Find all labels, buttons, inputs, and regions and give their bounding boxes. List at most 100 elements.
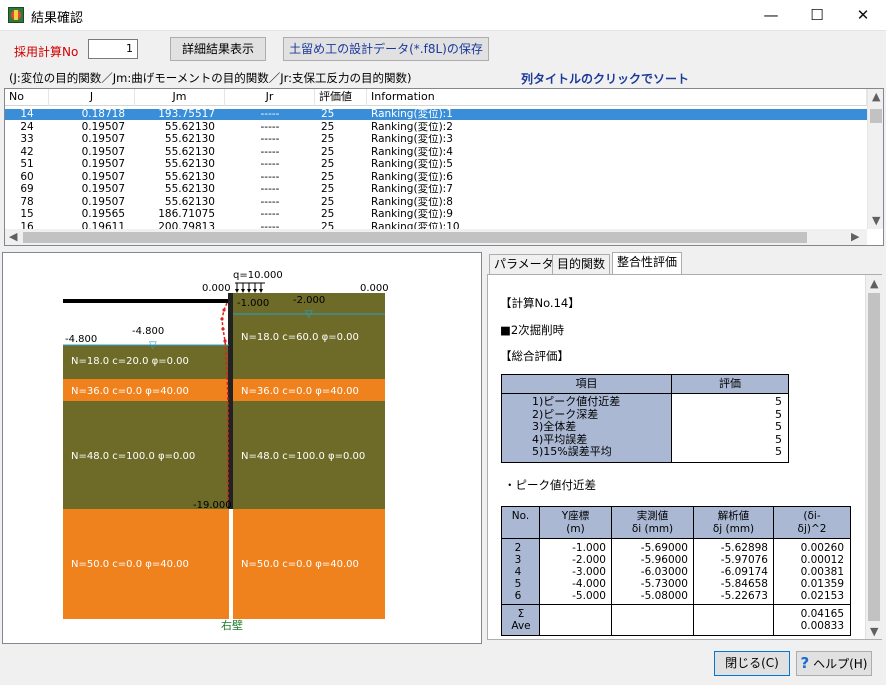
retaining-wall bbox=[228, 293, 233, 509]
maximize-button[interactable]: ☐ bbox=[794, 0, 840, 31]
table-cell: ----- bbox=[260, 171, 280, 183]
table-row[interactable]: 14 0.18718 193.75517 ----- 25 Ranking(変位):1 bbox=[5, 109, 867, 120]
table-cell: 60 bbox=[20, 171, 34, 183]
save-design-data-button[interactable]: 土留め工の設計データ(*.f8L)の保存 bbox=[283, 37, 489, 61]
table-cell: 25 bbox=[321, 196, 335, 208]
table-cell: 0.19507 bbox=[81, 171, 125, 183]
overall-score: 5 bbox=[775, 420, 782, 433]
table-row[interactable]: 69 0.19507 55.62130 ----- 25 Ranking(変位):7 bbox=[5, 184, 867, 195]
table-cell: Ranking(変位):5 bbox=[371, 159, 453, 170]
tab-objective[interactable]: 目的関数 bbox=[552, 254, 611, 274]
adopt-calc-input[interactable]: 1 bbox=[88, 39, 138, 59]
scroll-right-icon[interactable]: ▶ bbox=[851, 230, 859, 243]
peak-col-header: 実測値 δi (mm) bbox=[612, 507, 694, 539]
table-cell: 55.62130 bbox=[164, 171, 215, 183]
strut bbox=[63, 299, 228, 303]
sum-values: 0.04165 0.00833 bbox=[800, 608, 844, 632]
col-jm[interactable]: Jm bbox=[135, 89, 225, 106]
table-cell: Ranking(変位):9 bbox=[371, 209, 453, 220]
overall-col-item: 項目 bbox=[502, 375, 672, 394]
peak-cell: -5.84658 bbox=[720, 578, 768, 590]
table-cell: 0.19507 bbox=[81, 159, 125, 170]
table-cell: ----- bbox=[260, 146, 280, 158]
result-list[interactable]: No J Jm Jr 評価値 Information 14 0.18718 193.… bbox=[4, 88, 884, 246]
list-header: No J Jm Jr 評価値 Information bbox=[5, 89, 867, 106]
vertical-scroll-thumb[interactable] bbox=[870, 109, 882, 123]
table-row[interactable]: 24 0.19507 55.62130 ----- 25 Ranking(変位):2 bbox=[5, 122, 867, 133]
peak-cell: 4 bbox=[514, 566, 522, 578]
overall-heading: 【総合評価】 bbox=[500, 349, 569, 363]
peak-cell: -3.000 bbox=[572, 566, 606, 578]
table-cell: 0.19507 bbox=[81, 121, 125, 133]
overall-item: 3)全体差 bbox=[532, 420, 577, 433]
table-cell: 0.19507 bbox=[81, 134, 125, 145]
consistency-content[interactable]: 【計算No.14】 ■2次掘削時 【総合評価】 項目 評価 1)ピーク値付近差 5… bbox=[487, 274, 882, 640]
table-cell: ----- bbox=[260, 209, 280, 220]
table-row[interactable]: 51 0.19507 55.62130 ----- 25 Ranking(変位):5 bbox=[5, 159, 867, 170]
overall-item: 4)平均誤差 bbox=[532, 432, 588, 446]
peak-cell: -6.03000 bbox=[640, 566, 688, 578]
close-dialog-button[interactable]: 閉じる(C) bbox=[714, 651, 790, 676]
peak-cell: -5.73000 bbox=[640, 578, 688, 590]
tab-consistency[interactable]: 整合性評価 bbox=[612, 252, 683, 275]
peak-cell: -5.000 bbox=[572, 590, 606, 602]
table-cell: 55.62130 bbox=[164, 184, 215, 195]
table-row[interactable]: 78 0.19507 55.62130 ----- 25 Ranking(変位):8 bbox=[5, 197, 867, 208]
list-horizontal-scrollbar[interactable]: ◀ ▶ bbox=[5, 229, 867, 245]
scroll-left-icon[interactable]: ◀ bbox=[9, 230, 17, 243]
scroll-down-icon[interactable]: ▼ bbox=[872, 214, 880, 227]
col-score[interactable]: 評価値 bbox=[315, 89, 367, 106]
table-cell: ----- bbox=[260, 134, 280, 145]
left-layer-3-label: N=50.0 c=0.0 φ=40.00 bbox=[71, 559, 189, 570]
table-row[interactable]: 42 0.19507 55.62130 ----- 25 Ranking(変位):4 bbox=[5, 147, 867, 158]
right-layer-0-label: N=18.0 c=60.0 φ=0.00 bbox=[241, 332, 359, 343]
peak-col-header: Y座標 (m) bbox=[540, 507, 612, 539]
table-row[interactable]: 60 0.19507 55.62130 ----- 25 Ranking(変位):6 bbox=[5, 172, 867, 183]
minimize-button[interactable]: — bbox=[748, 0, 794, 31]
tab-parameters[interactable]: パラメータ bbox=[489, 254, 559, 274]
table-cell: 25 bbox=[321, 134, 335, 145]
peak-cell: -6.09174 bbox=[720, 566, 768, 578]
peak-cell: -4.000 bbox=[572, 578, 606, 590]
overall-item: 2)ピーク深差 bbox=[532, 407, 599, 421]
table-cell: Ranking(変位):1 bbox=[371, 109, 453, 120]
peak-cell: 0.02153 bbox=[800, 590, 844, 602]
col-jr[interactable]: Jr bbox=[225, 89, 315, 106]
title-bar[interactable]: 結果確認 — ☐ ✕ bbox=[0, 0, 886, 31]
content-vertical-scrollbar[interactable]: ▲ ▼ bbox=[865, 275, 882, 639]
sum-label: Σ Ave bbox=[511, 608, 531, 632]
horizontal-scroll-thumb[interactable] bbox=[23, 232, 807, 243]
overall-score: 5 bbox=[775, 395, 782, 408]
table-cell: Ranking(変位):3 bbox=[371, 134, 453, 145]
overall-score: 5 bbox=[775, 432, 782, 446]
peak-cell: -5.08000 bbox=[640, 590, 688, 602]
overall-score: 5 bbox=[775, 445, 782, 458]
load-label: q=10.000 bbox=[233, 270, 283, 281]
table-row[interactable]: 33 0.19507 55.62130 ----- 25 Ranking(変位):3 bbox=[5, 134, 867, 145]
list-vertical-scrollbar[interactable]: ▲ ▼ bbox=[867, 89, 883, 229]
help-button[interactable]: ? ヘルプ(H) bbox=[796, 651, 872, 676]
overall-col-score: 評価 bbox=[672, 375, 788, 394]
table-cell: 55.62130 bbox=[164, 134, 215, 145]
content-scroll-down-icon[interactable]: ▼ bbox=[870, 625, 878, 638]
peak-cell: -5.62898 bbox=[720, 542, 768, 554]
left-layer-2-label: N=48.0 c=100.0 φ=0.00 bbox=[71, 451, 195, 462]
detail-result-button[interactable]: 詳細結果表示 bbox=[170, 37, 266, 61]
table-cell: 14 bbox=[20, 109, 34, 120]
content-scroll-thumb[interactable] bbox=[868, 293, 880, 621]
col-information[interactable]: Information bbox=[367, 89, 867, 106]
peak-cell: 0.00260 bbox=[800, 542, 844, 554]
left-layer-0-label: N=18.0 c=20.0 φ=0.00 bbox=[71, 356, 189, 367]
table-cell: Ranking(変位):6 bbox=[371, 171, 453, 183]
table-row[interactable]: 15 0.19565 186.71075 ----- 25 Ranking(変位):9 bbox=[5, 209, 867, 220]
right-layer-3-label: N=50.0 c=0.0 φ=40.00 bbox=[241, 559, 359, 570]
col-no[interactable]: No bbox=[5, 89, 49, 106]
table-cell: 0.18718 bbox=[81, 109, 125, 120]
close-window-button[interactable]: ✕ bbox=[840, 0, 886, 31]
table-cell: 186.71075 bbox=[158, 209, 215, 220]
left-top-level: 0.000 bbox=[202, 283, 231, 294]
evaluation-pane: パラメータ 目的関数 整合性評価 【計算No.14】 ■2次掘削時 【総合評価】… bbox=[485, 252, 884, 644]
scroll-up-icon[interactable]: ▲ bbox=[872, 90, 880, 103]
col-j[interactable]: J bbox=[49, 89, 135, 106]
content-scroll-up-icon[interactable]: ▲ bbox=[870, 277, 878, 290]
